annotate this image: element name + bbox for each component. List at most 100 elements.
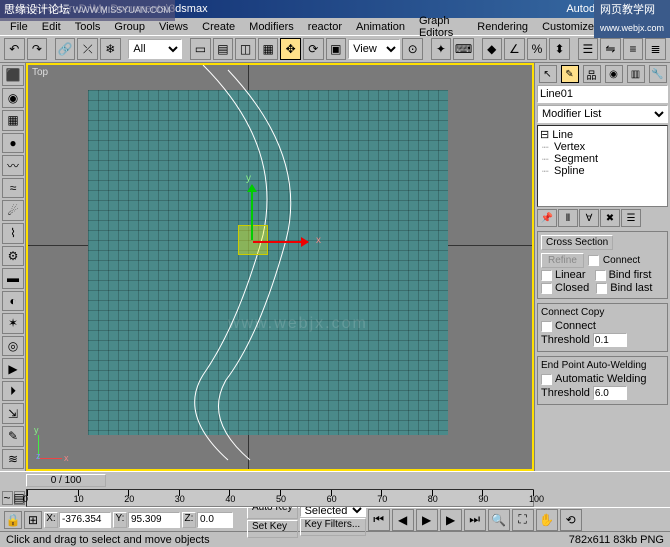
setkey-button[interactable]: Set Key [247,520,298,538]
named-selection-button[interactable]: ☰ [578,38,599,60]
menu-rendering[interactable]: Rendering [471,21,534,33]
z-coord-field[interactable] [197,512,233,528]
reactor-util-icon[interactable]: ≋ [2,449,24,470]
ref-coord-select[interactable]: View [348,39,400,59]
tab-modify-icon[interactable]: ✎ [561,65,579,83]
reactor-rigidbody-icon[interactable]: ◉ [2,88,24,109]
zoom-icon[interactable]: 🔍 [488,509,510,531]
connect-checkbox[interactable] [588,255,599,266]
pin-stack-icon[interactable]: 📌 [537,209,557,227]
modifier-stack[interactable]: ⊟ Line Vertex Segment Spline [537,125,668,207]
reactor-rope-icon[interactable]: 〰 [2,155,24,176]
menu-reactor[interactable]: reactor [302,21,348,33]
unlink-button[interactable]: ⤫ [77,38,98,60]
reactor-softbody-icon[interactable]: ● [2,133,24,154]
bind-first-checkbox[interactable] [595,270,606,281]
reactor-water-icon[interactable]: ≈ [2,178,24,199]
move-gizmo-plane[interactable] [238,225,268,255]
move-gizmo-x-axis[interactable] [253,241,308,243]
configure-sets-icon[interactable]: ☰ [621,209,641,227]
menu-group[interactable]: Group [108,21,151,33]
reactor-prop-icon[interactable]: ✎ [2,426,24,447]
reactor-fracture-icon[interactable]: ✶ [2,313,24,334]
snap-button[interactable]: ◆ [482,38,503,60]
angle-snap-button[interactable]: ∠ [504,38,525,60]
goto-end-icon[interactable]: ⏭ [464,509,486,531]
move-button[interactable]: ✥ [280,38,301,60]
redo-button[interactable]: ↷ [27,38,48,60]
reactor-sim-icon[interactable]: ⏵ [2,381,24,402]
key-filters-button[interactable]: Key Filters... [300,518,366,536]
menu-animation[interactable]: Animation [350,21,411,33]
refine-button[interactable]: Refine [541,253,584,268]
time-slider[interactable]: 0 / 100 [26,474,106,487]
reactor-wind-icon[interactable]: ☄ [2,200,24,221]
absolute-mode-icon[interactable]: ⊞ [24,511,42,529]
menu-edit[interactable]: Edit [36,21,67,33]
window-crossing-button[interactable]: ▦ [258,38,279,60]
cross-section-button[interactable]: Cross Section [541,235,613,250]
tab-motion-icon[interactable]: ◉ [605,65,623,83]
reactor-preview-icon[interactable]: ▶ [2,358,24,379]
reactor-motor-icon[interactable]: ⚙ [2,246,24,267]
menu-modifiers[interactable]: Modifiers [243,21,300,33]
tab-hierarchy-icon[interactable]: 品 [583,65,601,83]
reactor-analyze-icon[interactable]: ◎ [2,336,24,357]
remove-modifier-icon[interactable]: ✖ [600,209,620,227]
object-name-field[interactable] [537,85,668,103]
auto-weld-checkbox[interactable] [541,374,552,385]
undo-button[interactable]: ↶ [4,38,25,60]
menu-customize[interactable]: Customize [536,21,600,33]
lock-selection-icon[interactable]: 🔒 [4,511,22,529]
selection-filter-select[interactable]: All [128,39,182,59]
reactor-spring-icon[interactable]: ⌇ [2,223,24,244]
linear-checkbox[interactable] [541,270,552,281]
reactor-export-icon[interactable]: ⇲ [2,403,24,424]
subobject-segment[interactable]: Segment [540,153,665,165]
manipulate-button[interactable]: ✦ [431,38,452,60]
arc-rotate-icon[interactable]: ⟲ [560,509,582,531]
viewport[interactable]: Top x y x y z www.webjx.com [26,63,534,471]
curve-editor-icon[interactable]: ~ [2,491,13,505]
select-by-name-button[interactable]: ▤ [213,38,234,60]
menu-graph-editors[interactable]: Graph Editors [413,15,469,39]
connect-copy-checkbox[interactable] [541,321,552,332]
closed-checkbox[interactable] [541,283,552,294]
tab-display-icon[interactable]: ▥ [627,65,645,83]
menu-tools[interactable]: Tools [69,21,107,33]
select-region-button[interactable]: ◫ [235,38,256,60]
move-gizmo-y-axis[interactable] [251,185,253,240]
next-frame-icon[interactable]: ▶ [440,509,462,531]
rotate-button[interactable]: ⟳ [303,38,324,60]
modifier-list-select[interactable]: Modifier List [537,105,668,123]
y-coord-field[interactable] [128,512,180,528]
goto-start-icon[interactable]: ⏮ [368,509,390,531]
menu-views[interactable]: Views [153,21,194,33]
pivot-button[interactable]: ⊙ [402,38,423,60]
pan-icon[interactable]: ✋ [536,509,558,531]
bind-last-checkbox[interactable] [596,283,607,294]
make-unique-icon[interactable]: ∀ [579,209,599,227]
percent-snap-button[interactable]: % [527,38,548,60]
x-coord-field[interactable] [59,512,111,528]
spline-line01[interactable] [28,65,532,469]
menu-file[interactable]: File [4,21,34,33]
mirror-button[interactable]: ⇋ [600,38,621,60]
subobject-vertex[interactable]: Vertex [540,141,665,153]
play-icon[interactable]: ▶ [416,509,438,531]
link-button[interactable]: 🔗 [55,38,76,60]
bind-spacewarp-button[interactable]: ❄ [100,38,121,60]
track-bar[interactable]: 0102030405060708090100 [26,489,534,507]
zoom-all-icon[interactable]: ⛶ [512,509,534,531]
align-button[interactable]: ≡ [623,38,644,60]
reactor-cloth-icon[interactable]: ▦ [2,110,24,131]
keyboard-shortcut-button[interactable]: ⌨ [453,38,474,60]
spinner-snap-button[interactable]: ⬍ [549,38,570,60]
tab-utilities-icon[interactable]: 🔧 [649,65,667,83]
threshold-spinner[interactable] [593,333,627,347]
weld-threshold-spinner[interactable] [593,386,627,400]
select-button[interactable]: ▭ [190,38,211,60]
prev-frame-icon[interactable]: ◀ [392,509,414,531]
reactor-toy-icon[interactable]: ◐ [2,291,24,312]
layers-button[interactable]: ≣ [645,38,666,60]
